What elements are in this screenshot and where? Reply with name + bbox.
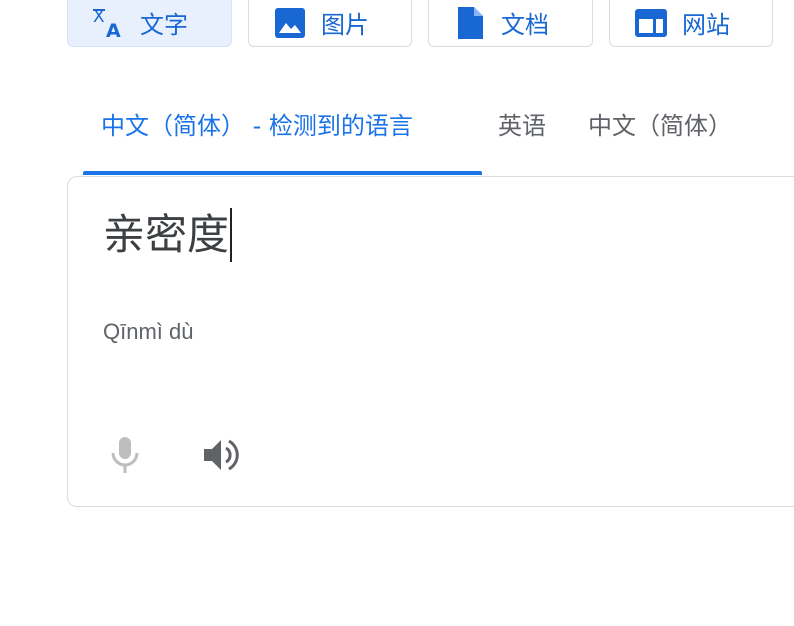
microphone-button[interactable]	[103, 435, 147, 479]
image-icon	[273, 6, 307, 40]
speaker-icon	[201, 435, 241, 479]
mode-button-document[interactable]: 文档	[428, 0, 593, 47]
mode-button-image[interactable]: 图片	[248, 0, 412, 47]
website-icon	[634, 6, 668, 40]
text-cursor	[230, 208, 233, 262]
tab-label: 中文（简体） - 检测到的语言	[101, 112, 413, 140]
translate-page: X A 文字 图片 文档 网站 中文（简体） - 检测到的语言 英语 中文（简体…	[0, 0, 794, 626]
romanization-text: Qīnmì dù	[103, 319, 194, 344]
mode-label: 文字	[140, 11, 188, 39]
translate-icon: X A	[92, 6, 126, 40]
mode-label: 网站	[682, 11, 730, 39]
microphone-icon	[108, 435, 142, 479]
tab-label: 英语	[498, 112, 546, 140]
tab-english[interactable]: 英语	[498, 106, 546, 146]
listen-button[interactable]	[199, 435, 243, 479]
source-text-value: 亲密度	[103, 210, 230, 259]
svg-text:A: A	[106, 20, 121, 40]
tab-label: 中文（简体）	[588, 112, 732, 140]
source-text-panel: 亲密度 Qīnmì dù	[67, 176, 794, 507]
mode-label: 图片	[321, 11, 369, 39]
tab-chinese-simplified[interactable]: 中文（简体）	[588, 106, 732, 146]
document-icon	[453, 6, 487, 40]
mode-label: 文档	[501, 11, 549, 39]
mode-button-text[interactable]: X A 文字	[67, 0, 232, 47]
tab-detected-language[interactable]: 中文（简体） - 检测到的语言	[101, 106, 413, 146]
mode-button-website[interactable]: 网站	[609, 0, 773, 47]
active-tab-indicator	[83, 171, 482, 175]
source-text-input[interactable]: 亲密度	[103, 205, 233, 265]
